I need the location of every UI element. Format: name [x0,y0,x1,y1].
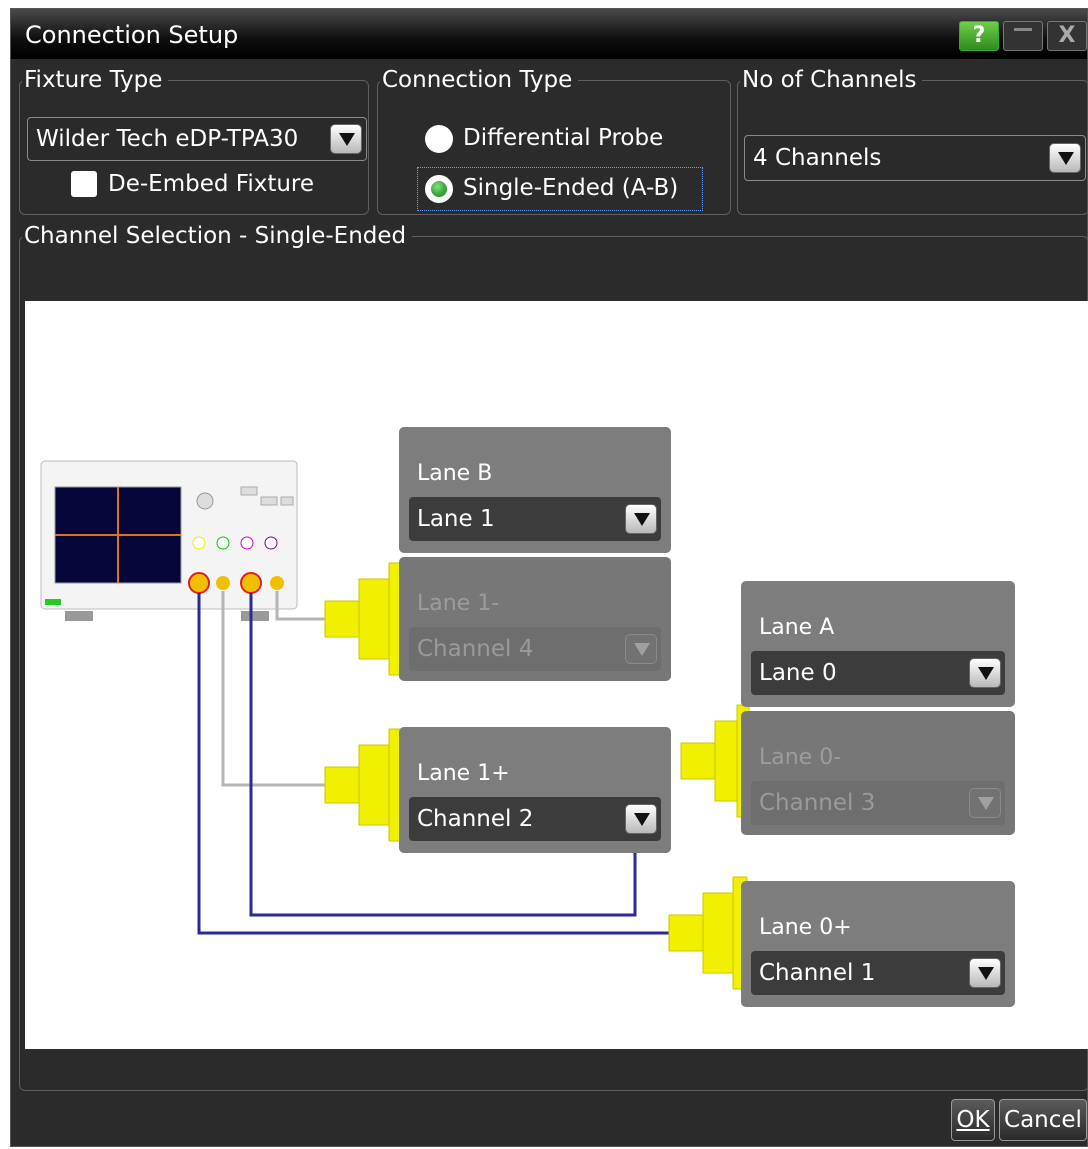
connector-lane0-plus [668,876,748,990]
chevron-down-icon[interactable] [969,658,1001,688]
lane-0-plus-box: Lane 0+ Channel 1 [741,881,1015,1007]
oscilloscope-icon [40,460,298,621]
chevron-down-icon[interactable] [330,124,362,154]
deembed-label: De-Embed Fixture [108,171,315,197]
connector-lane0-minus [680,704,750,818]
lane-0-plus-select[interactable]: Channel 1 [751,951,1005,995]
connection-type-legend: Connection Type [382,67,573,93]
lane-1-minus-value: Channel 4 [417,636,534,662]
lane-b-value: Lane 1 [417,506,495,532]
lane-1-plus-select[interactable]: Channel 2 [409,797,661,841]
fixture-type-value: Wilder Tech eDP-TPA30 [36,126,299,152]
cancel-button[interactable]: Cancel [999,1099,1087,1141]
lane-b-select[interactable]: Lane 1 [409,497,661,541]
channels-value: 4 Channels [753,145,882,171]
chevron-down-icon[interactable] [625,804,657,834]
close-button[interactable]: X [1047,21,1087,51]
title-bar[interactable]: Connection Setup ? X [11,9,1087,59]
connector-lane1-plus [324,728,402,842]
lane-0-plus-label: Lane 0+ [759,915,852,940]
minimize-icon [1014,28,1032,31]
ok-button[interactable]: OK [951,1099,995,1141]
chevron-down-icon [625,634,657,664]
lane-0-plus-value: Channel 1 [759,960,876,986]
chevron-down-icon[interactable] [625,504,657,534]
channels-select[interactable]: 4 Channels [744,135,1086,181]
lane-a-label: Lane A [759,615,835,640]
connection-diagram: Lane B Lane 1 Lane 1- Channel 4 Lane 1+ … [25,301,1088,1049]
lane-b-box: Lane B Lane 1 [399,427,671,553]
lane-1-plus-value: Channel 2 [417,806,534,832]
lane-0-minus-select: Channel 3 [751,781,1005,825]
window-title: Connection Setup [25,21,239,49]
lane-1-minus-box: Lane 1- Channel 4 [399,557,671,681]
deembed-checkbox[interactable] [71,171,97,197]
chevron-down-icon[interactable] [969,958,1001,988]
lane-a-select[interactable]: Lane 0 [751,651,1005,695]
channel-selection-legend: Channel Selection - Single-Ended [24,223,407,249]
lane-0-minus-value: Channel 3 [759,790,876,816]
channels-legend: No of Channels [742,67,917,93]
lane-0-minus-box: Lane 0- Channel 3 [741,711,1015,835]
fixture-type-select[interactable]: Wilder Tech eDP-TPA30 [27,117,367,161]
chevron-down-icon [969,788,1001,818]
lane-1-plus-box: Lane 1+ Channel 2 [399,727,671,853]
lane-0-minus-label: Lane 0- [759,745,842,770]
connection-setup-dialog: Connection Setup ? X Fixture Type Wilder… [10,8,1088,1147]
lane-1-plus-label: Lane 1+ [417,761,510,786]
fixture-type-legend: Fixture Type [24,67,163,93]
lane-1-minus-label: Lane 1- [417,591,500,616]
radio-differential-probe[interactable] [425,125,453,153]
single-ended-label: Single-Ended (A-B) [463,175,679,201]
radio-single-ended[interactable] [425,175,453,203]
chevron-down-icon[interactable] [1049,143,1081,173]
lane-a-box: Lane A Lane 0 [741,581,1015,707]
differential-probe-label: Differential Probe [463,125,664,151]
help-button[interactable]: ? [959,21,999,51]
lane-b-label: Lane B [417,461,493,486]
minimize-button[interactable] [1003,21,1043,51]
connector-lane1-minus [324,562,402,676]
lane-a-value: Lane 0 [759,660,837,686]
lane-1-minus-select: Channel 4 [409,627,661,671]
